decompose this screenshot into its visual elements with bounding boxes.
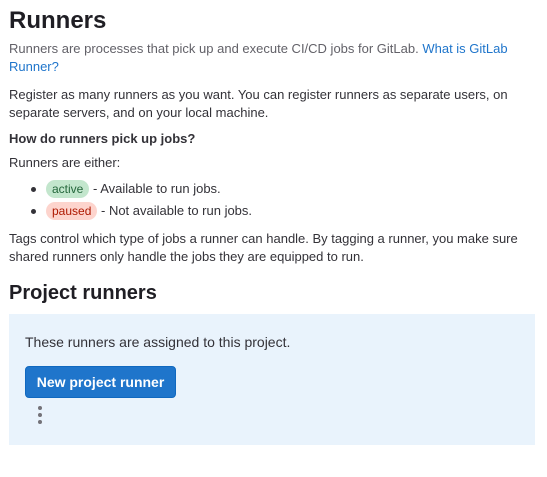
bullet bbox=[31, 209, 36, 215]
either-text: Runners are either: bbox=[9, 155, 121, 170]
new-project-runner-button[interactable]: New project runner bbox=[25, 366, 176, 398]
state-item-paused: paused - Not available to run jobs. bbox=[31, 200, 535, 222]
page-description: Runners are processes that pick up and e… bbox=[9, 40, 535, 76]
panel-text: These runners are assigned to this proje… bbox=[25, 334, 291, 350]
tags-text: Tags control which type of jobs a runner… bbox=[9, 231, 518, 264]
project-runners-panel: These runners are assigned to this proje… bbox=[9, 314, 535, 445]
runners-page: Runners Runners are processes that pick … bbox=[0, 0, 547, 445]
bullet bbox=[31, 187, 36, 193]
page-title: Runners bbox=[9, 7, 107, 34]
description-text: Runners are processes that pick up and e… bbox=[9, 41, 419, 56]
state-description: - Not available to run jobs. bbox=[101, 203, 253, 218]
state-description: - Available to run jobs. bbox=[92, 181, 221, 196]
register-text: Register as many runners as you want. Yo… bbox=[9, 87, 508, 120]
question-heading: How do runners pick up jobs? bbox=[9, 131, 196, 146]
state-item-active: active - Available to run jobs. bbox=[31, 178, 535, 200]
more-actions-kebab-icon[interactable] bbox=[35, 406, 45, 424]
paused-badge: paused bbox=[46, 202, 98, 220]
runner-states-list: active - Available to run jobs. paused -… bbox=[31, 178, 535, 222]
project-runners-heading: Project runners bbox=[9, 282, 157, 304]
active-badge: active bbox=[46, 180, 90, 198]
